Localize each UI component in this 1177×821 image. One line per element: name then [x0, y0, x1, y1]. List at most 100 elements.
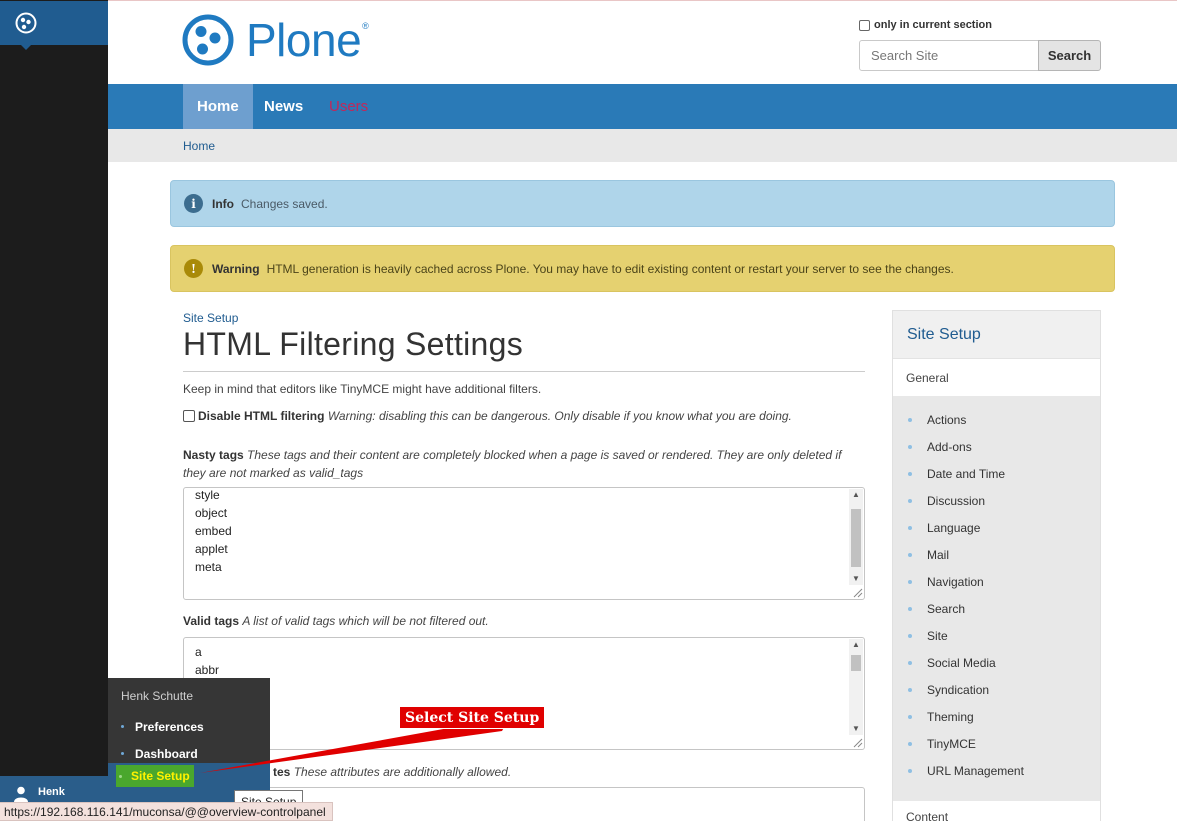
- nav-users[interactable]: Users: [315, 84, 382, 129]
- plone-logo-icon: [182, 14, 234, 66]
- scroll-up-icon[interactable]: ▲: [849, 639, 863, 651]
- scroll-up-icon[interactable]: ▲: [849, 489, 863, 501]
- search-current-section-option[interactable]: only in current section: [859, 19, 992, 31]
- portlet-list: Actions Add-ons Date and Time Discussion…: [893, 396, 1100, 784]
- breadcrumb-home-link[interactable]: Home: [183, 139, 215, 153]
- toolbar-logo-button[interactable]: [0, 1, 108, 50]
- bullet-icon: [908, 498, 912, 503]
- portlet-item-label: Date and Time: [927, 466, 1006, 481]
- scroll-down-icon[interactable]: ▼: [849, 723, 863, 735]
- portlet-item-syndication[interactable]: Syndication: [893, 676, 1100, 703]
- scrollbar-thumb[interactable]: [851, 509, 861, 567]
- bullet-icon: [121, 752, 124, 755]
- valid-tags-scrollbar[interactable]: ▲ ▼: [849, 639, 863, 735]
- top-border: [108, 0, 1177, 1]
- portlet-item-label: Add-ons: [927, 439, 972, 454]
- nasty-tags-label-block: Nasty tags These tags and their content …: [183, 446, 865, 482]
- portlet-item-label: Social Media: [927, 655, 996, 670]
- textarea-line: object: [195, 506, 228, 520]
- nav-news[interactable]: News: [250, 84, 317, 129]
- disable-html-filtering-help: Warning: disabling this can be dangerous…: [327, 409, 792, 423]
- search-input[interactable]: Search Site: [859, 40, 1039, 71]
- portlet-item-navigation[interactable]: Navigation: [893, 568, 1100, 595]
- nav-home[interactable]: Home: [183, 84, 253, 129]
- bullet-icon: [908, 525, 912, 530]
- warning-alert: ! Warning HTML generation is heavily cac…: [170, 245, 1115, 292]
- menu-item-site-setup[interactable]: Site Setup: [116, 765, 194, 787]
- page-title: HTML Filtering Settings: [183, 326, 524, 362]
- portlet-item-label: TinyMCE: [927, 736, 976, 751]
- portlet-section-general: General: [893, 359, 1100, 396]
- menu-item-label: Site Setup: [131, 769, 190, 783]
- portlet-item-mail[interactable]: Mail: [893, 541, 1100, 568]
- intro-text: Keep in mind that editors like TinyMCE m…: [183, 382, 542, 396]
- browser-status-url: https://192.168.116.141/muconsa/@@overvi…: [0, 802, 333, 821]
- site-logo[interactable]: Plone®: [182, 14, 369, 66]
- search-button[interactable]: Search: [1038, 40, 1101, 71]
- resize-grip-icon[interactable]: [851, 736, 863, 748]
- textarea-line: style: [195, 488, 220, 502]
- portlet-item-tinymce[interactable]: TinyMCE: [893, 730, 1100, 757]
- scroll-down-icon[interactable]: ▼: [849, 573, 863, 585]
- portlet-item-label: URL Management: [927, 763, 1024, 778]
- search-current-section-checkbox[interactable]: [859, 19, 870, 31]
- portlet-item-label: Language: [927, 520, 981, 535]
- toolbar-caret-icon: [21, 45, 31, 50]
- bullet-icon: [121, 725, 124, 728]
- bullet-icon: [908, 714, 912, 719]
- site-setup-parent-link[interactable]: Site Setup: [183, 311, 238, 325]
- bullet-icon: [119, 774, 122, 778]
- portlet-item-language[interactable]: Language: [893, 514, 1100, 541]
- portlet-item-url-management[interactable]: URL Management: [893, 757, 1100, 784]
- disable-html-filtering-label[interactable]: Disable HTML filtering: [198, 409, 324, 423]
- textarea-line: a: [195, 645, 202, 659]
- portlet-item-label: Syndication: [927, 682, 990, 697]
- portlet-item-theming[interactable]: Theming: [893, 703, 1100, 730]
- valid-tags-label-block: Valid tags A list of valid tags which wi…: [183, 614, 489, 628]
- toolbar-user-name: Henk: [38, 786, 65, 798]
- annotation-callout: Select Site Setup: [399, 706, 546, 729]
- bullet-icon: [908, 741, 912, 746]
- bullet-icon: [908, 606, 912, 611]
- site-setup-portlet: Site Setup General Actions Add-ons Date …: [892, 310, 1101, 821]
- portlet-item-label: Search: [927, 601, 966, 616]
- textarea-line: applet: [195, 542, 228, 556]
- logo-registered-mark: ®: [362, 21, 369, 31]
- nasty-tags-help: These tags and their content are complet…: [183, 448, 842, 480]
- portlet-section-content: Content: [893, 801, 1100, 821]
- portlet-item-label: Discussion: [927, 493, 986, 508]
- nasty-tags-textarea[interactable]: style object embed applet meta ▲ ▼: [183, 487, 865, 600]
- textarea-line: meta: [195, 560, 222, 574]
- portlet-item-search[interactable]: Search: [893, 595, 1100, 622]
- nasty-tags-scrollbar[interactable]: ▲ ▼: [849, 489, 863, 585]
- user-icon: [14, 786, 28, 802]
- scrollbar-thumb[interactable]: [851, 655, 861, 671]
- portlet-item-date-and-time[interactable]: Date and Time: [893, 460, 1100, 487]
- warning-alert-title: Warning: [212, 261, 260, 276]
- search-current-section-label: only in current section: [874, 19, 992, 31]
- bullet-icon: [908, 633, 912, 638]
- portlet-item-social-media[interactable]: Social Media: [893, 649, 1100, 676]
- breadcrumb: Home: [108, 129, 1177, 162]
- global-navigation: Home News Users: [108, 84, 1177, 129]
- resize-grip-icon[interactable]: [851, 586, 863, 598]
- portlet-item-label: Mail: [927, 547, 950, 562]
- bullet-icon: [908, 444, 912, 449]
- disable-html-filtering-field: Disable HTML filtering Warning: disablin…: [183, 409, 865, 423]
- user-menu-name: Henk Schutte: [121, 689, 194, 703]
- bullet-icon: [908, 417, 912, 422]
- bullet-icon: [908, 687, 912, 692]
- nasty-tags-label: Nasty tags: [183, 448, 244, 462]
- portlet-item-site[interactable]: Site: [893, 622, 1100, 649]
- info-alert-title: Info: [212, 196, 234, 211]
- portlet-item-add-ons[interactable]: Add-ons: [893, 433, 1100, 460]
- menu-item-label: Dashboard: [135, 746, 198, 761]
- portlet-item-actions[interactable]: Actions: [893, 406, 1100, 433]
- bullet-icon: [908, 579, 912, 584]
- valid-tags-lines: a abbr: [195, 643, 219, 679]
- portlet-item-label: Site: [927, 628, 948, 643]
- portlet-item-discussion[interactable]: Discussion: [893, 487, 1100, 514]
- info-icon: i: [184, 194, 203, 213]
- portlet-title[interactable]: Site Setup: [893, 311, 1100, 359]
- disable-html-filtering-checkbox[interactable]: [183, 410, 195, 422]
